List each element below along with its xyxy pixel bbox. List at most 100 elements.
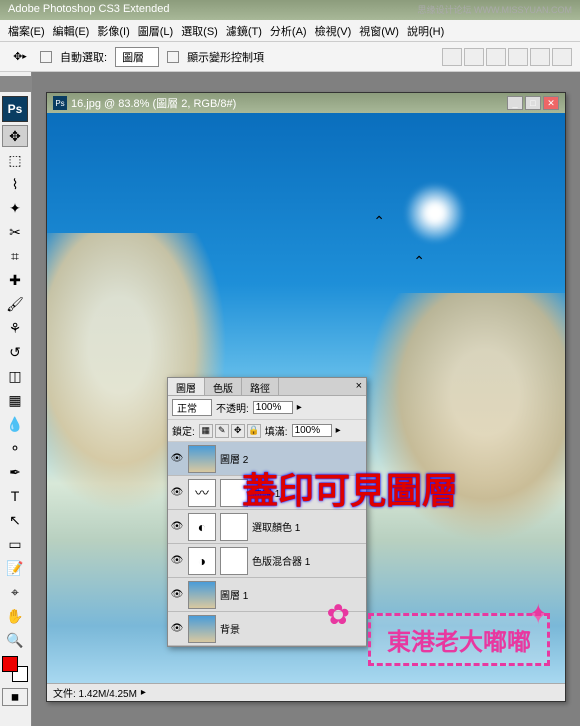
lock-pixels-icon[interactable]: ✎ [215,424,229,438]
marquee-tool[interactable]: ⬚ [2,149,28,171]
pen-tool[interactable]: ✒ [2,461,28,483]
menu-image[interactable]: 影像(I) [93,21,133,41]
main-menu: 檔案(E) 編輯(E) 影像(I) 圖層(L) 選取(S) 濾鏡(T) 分析(A… [0,20,580,42]
panel-close-icon[interactable]: × [352,378,366,395]
crop-tool[interactable]: ✂ [2,221,28,243]
tab-layers[interactable]: 圖層 [168,378,205,395]
visibility-icon[interactable]: 👁 [170,520,184,534]
align-btn-5[interactable] [530,48,550,66]
lock-transparency-icon[interactable]: ▦ [199,424,213,438]
lock-all-icon[interactable]: 🔒 [247,424,261,438]
close-button[interactable]: ✕ [543,96,559,110]
opacity-label: 不透明: [216,400,249,415]
options-bar: ✥▸ 自動選取: 圖層 顯示變形控制項 [0,42,580,72]
lasso-tool[interactable]: ⌇ [2,173,28,195]
menu-select[interactable]: 選取(S) [177,21,222,41]
document-titlebar[interactable]: Ps 16.jpg @ 83.8% (圖層 2, RGB/8#) _ □ ✕ [47,93,565,113]
stamp-tool[interactable]: ⚘ [2,317,28,339]
maximize-button[interactable]: □ [525,96,541,110]
quickmask-toggle[interactable]: ◼ [2,688,28,706]
menu-analysis[interactable]: 分析(A) [266,21,311,41]
align-btn-2[interactable] [464,48,484,66]
layer-mask[interactable] [220,547,248,575]
dodge-tool[interactable]: ⚬ [2,437,28,459]
blur-tool[interactable]: 💧 [2,413,28,435]
history-brush-tool[interactable]: ↺ [2,341,28,363]
watermark-text: 思缘设计论坛 WWW.MISSYUAN.COM [418,3,573,17]
menu-layer[interactable]: 圖層(L) [134,21,177,41]
lock-position-icon[interactable]: ✥ [231,424,245,438]
toolbox-header[interactable] [0,76,31,92]
auto-select-dropdown[interactable]: 圖層 [115,47,159,67]
toolbox: Ps ✥ ⬚ ⌇ ✦ ✂ ⌗ ✚ 🖌 ⚘ ↺ ◫ ▦ 💧 ⚬ ✒ T ↖ ▭ 📝… [0,72,32,726]
transform-checkbox[interactable] [167,51,179,63]
visibility-icon[interactable]: 👁 [170,588,184,602]
gradient-tool[interactable]: ▦ [2,389,28,411]
lock-fill-row: 鎖定: ▦ ✎ ✥ 🔒 填滿: ▸ [168,420,366,442]
sun-element [405,183,465,243]
layer-thumbnail[interactable] [188,615,216,643]
document-title: 16.jpg @ 83.8% (圖層 2, RGB/8#) [71,95,236,111]
ps-logo: Ps [2,96,28,122]
shape-tool[interactable]: ▭ [2,533,28,555]
app-titlebar: Adobe Photoshop CS3 Extended 思缘设计论坛 WWW.… [0,0,580,20]
eraser-tool[interactable]: ◫ [2,365,28,387]
opacity-input[interactable] [253,401,293,414]
layer-name[interactable]: 色版混合器 1 [252,553,364,568]
slice-tool[interactable]: ⌗ [2,245,28,267]
flower-decoration-icon: ✿ [327,598,350,631]
align-btn-4[interactable] [508,48,528,66]
wand-tool[interactable]: ✦ [2,197,28,219]
layer-item[interactable]: 👁 ◐ 選取顏色 1 [168,510,366,544]
fill-input[interactable] [292,424,332,437]
brush-tool[interactable]: 🖌 [2,293,28,315]
tab-channels[interactable]: 色版 [205,378,242,395]
zoom-tool[interactable]: 🔍 [2,629,28,651]
eyedropper-tool[interactable]: ⌖ [2,581,28,603]
layer-item[interactable]: 👁 ◑ 色版混合器 1 [168,544,366,578]
type-tool[interactable]: T [2,485,28,507]
adjustment-thumbnail[interactable]: ◑ [188,547,216,575]
hand-tool[interactable]: ✋ [2,605,28,627]
app-title: Adobe Photoshop CS3 Extended [8,3,169,17]
fill-arrow-icon[interactable]: ▸ [336,425,341,436]
tab-paths[interactable]: 路徑 [242,378,279,395]
move-tool[interactable]: ✥ [2,125,28,147]
adjustment-thumbnail[interactable]: ◐ [188,513,216,541]
menu-view[interactable]: 檢視(V) [311,21,356,41]
align-btn-6[interactable] [552,48,572,66]
layer-thumbnail[interactable] [188,581,216,609]
menu-file[interactable]: 檔案(E) [4,21,49,41]
menu-help[interactable]: 說明(H) [403,21,448,41]
visibility-icon[interactable]: 👁 [170,452,184,466]
foreground-color[interactable] [2,656,18,672]
blend-opacity-row: 正常 不透明: ▸ [168,396,366,420]
layer-name[interactable]: 選取顏色 1 [252,519,364,534]
heal-tool[interactable]: ✚ [2,269,28,291]
opacity-arrow-icon[interactable]: ▸ [297,402,302,413]
path-tool[interactable]: ↖ [2,509,28,531]
ps-doc-icon: Ps [53,96,67,110]
minimize-button[interactable]: _ [507,96,523,110]
menu-filter[interactable]: 濾鏡(T) [222,21,266,41]
layer-thumbnail[interactable] [188,445,216,473]
layer-mask[interactable] [220,513,248,541]
transform-label: 顯示變形控制項 [187,49,264,65]
color-swatches[interactable] [2,656,28,682]
visibility-icon[interactable]: 👁 [170,486,184,500]
align-buttons [442,48,572,66]
visibility-icon[interactable]: 👁 [170,622,184,636]
adjustment-thumbnail[interactable]: 〰 [188,479,216,507]
blend-mode-select[interactable]: 正常 [172,399,212,416]
move-tool-icon: ✥▸ [8,45,32,69]
align-btn-1[interactable] [442,48,462,66]
status-arrow-icon[interactable]: ▸ [141,687,146,698]
align-btn-3[interactable] [486,48,506,66]
menu-window[interactable]: 視窗(W) [355,21,403,41]
document-statusbar: 文件: 1.42M/4.25M ▸ [47,683,565,701]
workspace: Ps ✥ ⬚ ⌇ ✦ ✂ ⌗ ✚ 🖌 ⚘ ↺ ◫ ▦ 💧 ⚬ ✒ T ↖ ▭ 📝… [0,72,580,726]
auto-select-checkbox[interactable] [40,51,52,63]
notes-tool[interactable]: 📝 [2,557,28,579]
visibility-icon[interactable]: 👁 [170,554,184,568]
menu-edit[interactable]: 編輯(E) [49,21,94,41]
